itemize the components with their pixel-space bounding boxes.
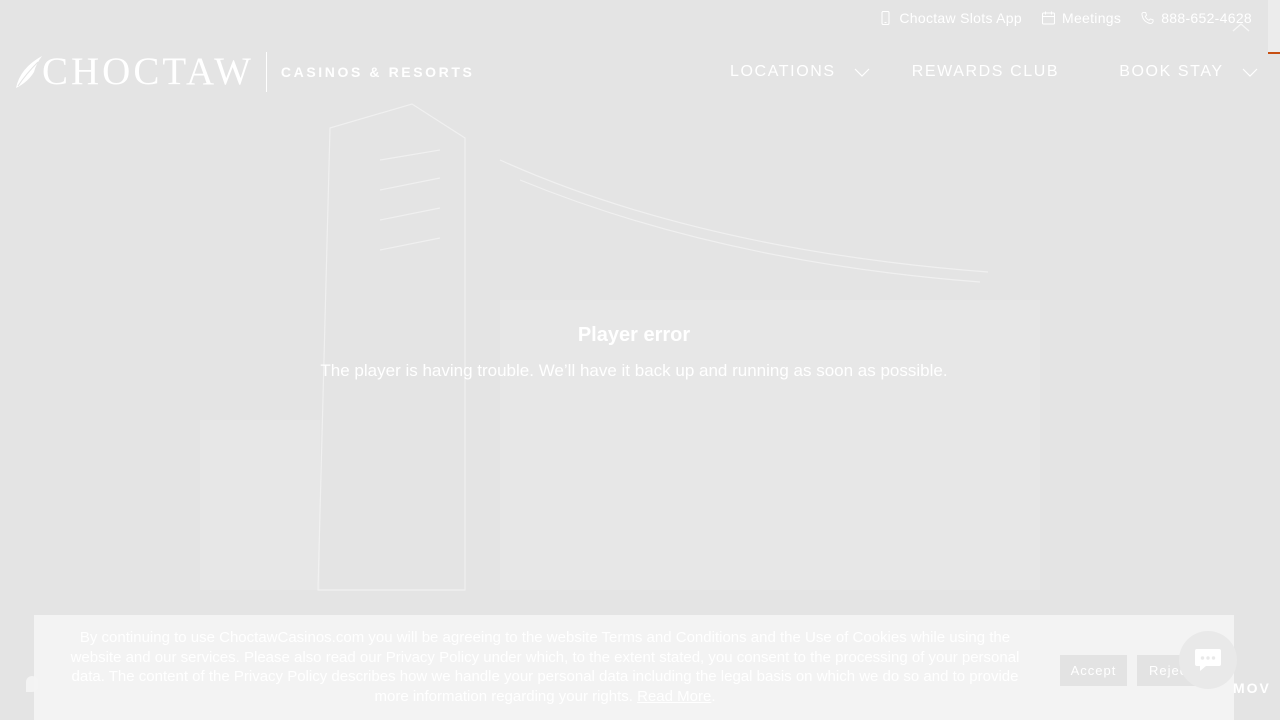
chat-icon [1195, 649, 1221, 671]
meetings-label: Meetings [1061, 10, 1122, 26]
side-panel-tab[interactable] [1268, 0, 1280, 54]
logo-wordmark: CHOCTAW [42, 50, 254, 93]
chevron-down-icon [854, 68, 870, 77]
partial-heading-text: MOV [1233, 680, 1271, 696]
player-error-message: The player is having trouble. We’ll have… [320, 361, 948, 380]
collapse-icon[interactable] [1230, 20, 1252, 34]
cookie-period: . [711, 687, 716, 705]
nav-book-label: BOOK STAY [1119, 63, 1224, 80]
cookie-text-block: By continuing to use ChoctawCasinos.com … [60, 628, 1030, 706]
main-nav: LOCATIONS REWARDS CLUB BOOK STAY [730, 60, 1258, 84]
read-more-link[interactable]: Read More [637, 688, 711, 705]
cookie-text: By continuing to use ChoctawCasinos.com … [70, 629, 1020, 705]
logo-divider [265, 52, 267, 92]
chevron-down-icon [1242, 68, 1258, 77]
player-error-title: Player error [577, 324, 691, 346]
slots-app-label: Choctaw Slots App [899, 10, 1022, 26]
slots-app-link[interactable]: Choctaw Slots App [879, 10, 1022, 26]
calendar-icon [1041, 11, 1055, 25]
utility-bar: Choctaw Slots App Meetings 888-652-4628 [879, 10, 1252, 26]
telephone-icon [1141, 11, 1154, 25]
phone-device-icon [881, 11, 890, 25]
nav-locations-label: LOCATIONS [730, 63, 836, 80]
cookie-banner: By continuing to use ChoctawCasinos.com … [34, 615, 1234, 720]
choctaw-logo[interactable]: CHOCTAW CASINOS & RESORTS [14, 52, 474, 92]
nav-item-book-stay[interactable]: BOOK STAY [1119, 60, 1258, 84]
chat-button[interactable] [1179, 631, 1237, 689]
logo-subtitle: CASINOS & RESORTS [280, 64, 475, 80]
meetings-link[interactable]: Meetings [1041, 10, 1122, 26]
accept-button[interactable]: Accept [1060, 655, 1127, 686]
feather-logo-icon [16, 56, 42, 88]
nav-item-locations[interactable]: LOCATIONS [730, 60, 870, 84]
player-error: Player error The player is having troubl… [0, 324, 1268, 381]
nav-item-rewards-club[interactable]: REWARDS CLUB [912, 60, 1060, 84]
nav-rewards-label: REWARDS CLUB [911, 63, 1060, 80]
